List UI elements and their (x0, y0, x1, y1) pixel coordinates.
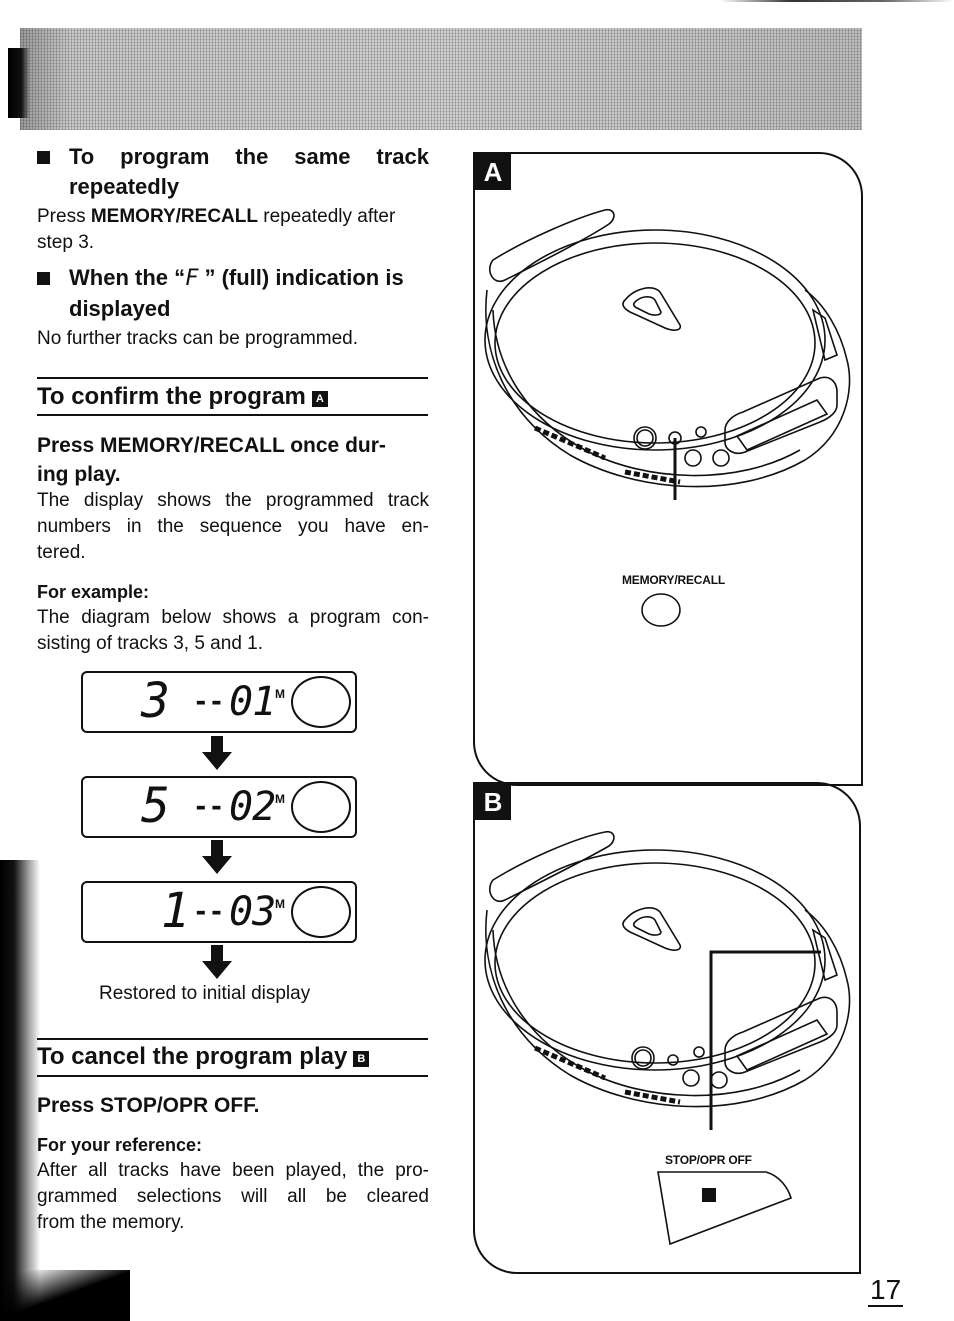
down-arrow-icon (202, 736, 232, 770)
memory-recall-button-icon (641, 593, 681, 627)
confirm-instruction: Press MEMORY/RECALL once dur- ing play. (37, 431, 429, 489)
body-text: Press (37, 206, 91, 227)
instruction-line: ing play. (37, 463, 121, 486)
reference-body: After all tracks have been played, the p… (37, 1158, 429, 1236)
lcd-display-step-3: 1 -- 03 M (81, 881, 357, 943)
lcd-track-number: 5 (141, 778, 170, 834)
repeat-track-heading: To program the same track repeatedly (37, 142, 429, 202)
down-arrow-icon (202, 945, 232, 979)
page-number: 17 (868, 1274, 904, 1307)
lcd-track-number: 1 (161, 883, 190, 939)
body-line: numbers in the sequence you have en- (37, 516, 429, 537)
figure-a-badge: A (475, 154, 511, 190)
figure-b-reference-badge: B (353, 1051, 370, 1067)
restored-caption: Restored to initial display (99, 983, 311, 1004)
figure-a-reference-badge: A (311, 391, 328, 407)
body-line: grammed selections will all be cleared (37, 1186, 429, 1207)
memory-recall-callout-label: MEMORY/RECALL (622, 573, 725, 587)
lcd-disc-indicator-icon (291, 676, 351, 728)
heading-text: ” (full) indication is (198, 265, 404, 290)
square-bullet-icon (37, 272, 50, 285)
header-band-shadow (8, 48, 30, 118)
body-line: tered. (37, 542, 86, 563)
lcd-track-number: 3 (141, 673, 170, 729)
section-rule-top (37, 377, 428, 379)
lcd-disc-indicator-icon (291, 886, 351, 938)
heading-line: When the “F ” (full) indication is (69, 263, 429, 294)
figure-b-badge: B (475, 784, 511, 820)
body-line: After all tracks have been played, the p… (37, 1160, 429, 1181)
section-rule-bottom (37, 414, 428, 416)
stop-square-icon (702, 1188, 716, 1202)
lcd-step-number: 03 (229, 889, 276, 935)
lcd-separator: -- (193, 687, 225, 717)
confirm-program-title: To confirm the program A (37, 380, 428, 414)
body-line: sisting of tracks 3, 5 and 1. (37, 633, 264, 654)
square-bullet-icon (37, 151, 50, 164)
body-text: step 3. (37, 232, 95, 253)
lcd-memory-indicator: M (275, 687, 285, 701)
binding-shadow (0, 860, 40, 1321)
instruction-line: Press MEMORY/RECALL once dur- (37, 434, 386, 457)
lcd-step-number: 01 (229, 679, 276, 725)
full-indicator-symbol: F (185, 266, 199, 291)
lcd-display-step-1: 3 -- 01 M (81, 671, 357, 733)
body-line: from the memory. (37, 1212, 185, 1233)
header-band (20, 28, 862, 130)
lcd-separator: -- (193, 897, 225, 927)
lcd-display-step-2: 5 -- 02 M (81, 776, 357, 838)
cancel-instruction: Press STOP/OPR OFF. (37, 1094, 260, 1117)
lcd-separator: -- (193, 792, 225, 822)
body-line: The display shows the programmed track (37, 490, 429, 511)
stop-opr-off-callout-label: STOP/OPR OFF (665, 1153, 752, 1167)
body-line: The diagram below shows a program con- (37, 607, 429, 628)
cancel-program-title: To cancel the program play B (37, 1040, 428, 1074)
repeat-track-body: Press MEMORY/RECALL repeatedly after ste… (37, 204, 429, 256)
section-title-text: To cancel the program play (37, 1043, 348, 1070)
binding-shadow-corner (0, 1270, 130, 1321)
lcd-disc-indicator-icon (291, 781, 351, 833)
full-indication-section: When the “F ” (full) indication is displ… (37, 263, 429, 352)
full-indication-heading: When the “F ” (full) indication is displ… (37, 263, 429, 324)
stop-button-icon (657, 1171, 792, 1246)
body-text: repeatedly after (257, 206, 396, 227)
section-title-text: To confirm the program (37, 383, 306, 410)
down-arrow-icon (202, 840, 232, 874)
lcd-step-number: 02 (229, 784, 276, 830)
cd-player-illustration-a (484, 208, 851, 500)
heading-line: displayed (69, 296, 171, 321)
repeat-track-section: To program the same track repeatedly Pre… (37, 142, 429, 256)
lcd-memory-indicator: M (275, 792, 285, 806)
memory-recall-term: MEMORY/RECALL (90, 206, 258, 227)
cd-player-illustration-b (484, 830, 851, 1130)
section-rule-bottom (37, 1075, 428, 1077)
reference-label: For your reference: (37, 1135, 203, 1155)
full-indication-body: No further tracks can be programmed. (37, 328, 359, 349)
top-edge-rule (720, 0, 954, 2)
heading-line: repeatedly (69, 174, 180, 199)
example-body: The diagram below shows a program con- s… (37, 605, 429, 657)
heading-line: To program the same track (69, 144, 429, 169)
example-label: For example: (37, 582, 150, 602)
heading-text: When the “ (69, 265, 186, 290)
lcd-memory-indicator: M (275, 897, 285, 911)
confirm-body: The display shows the programmed track n… (37, 488, 429, 566)
